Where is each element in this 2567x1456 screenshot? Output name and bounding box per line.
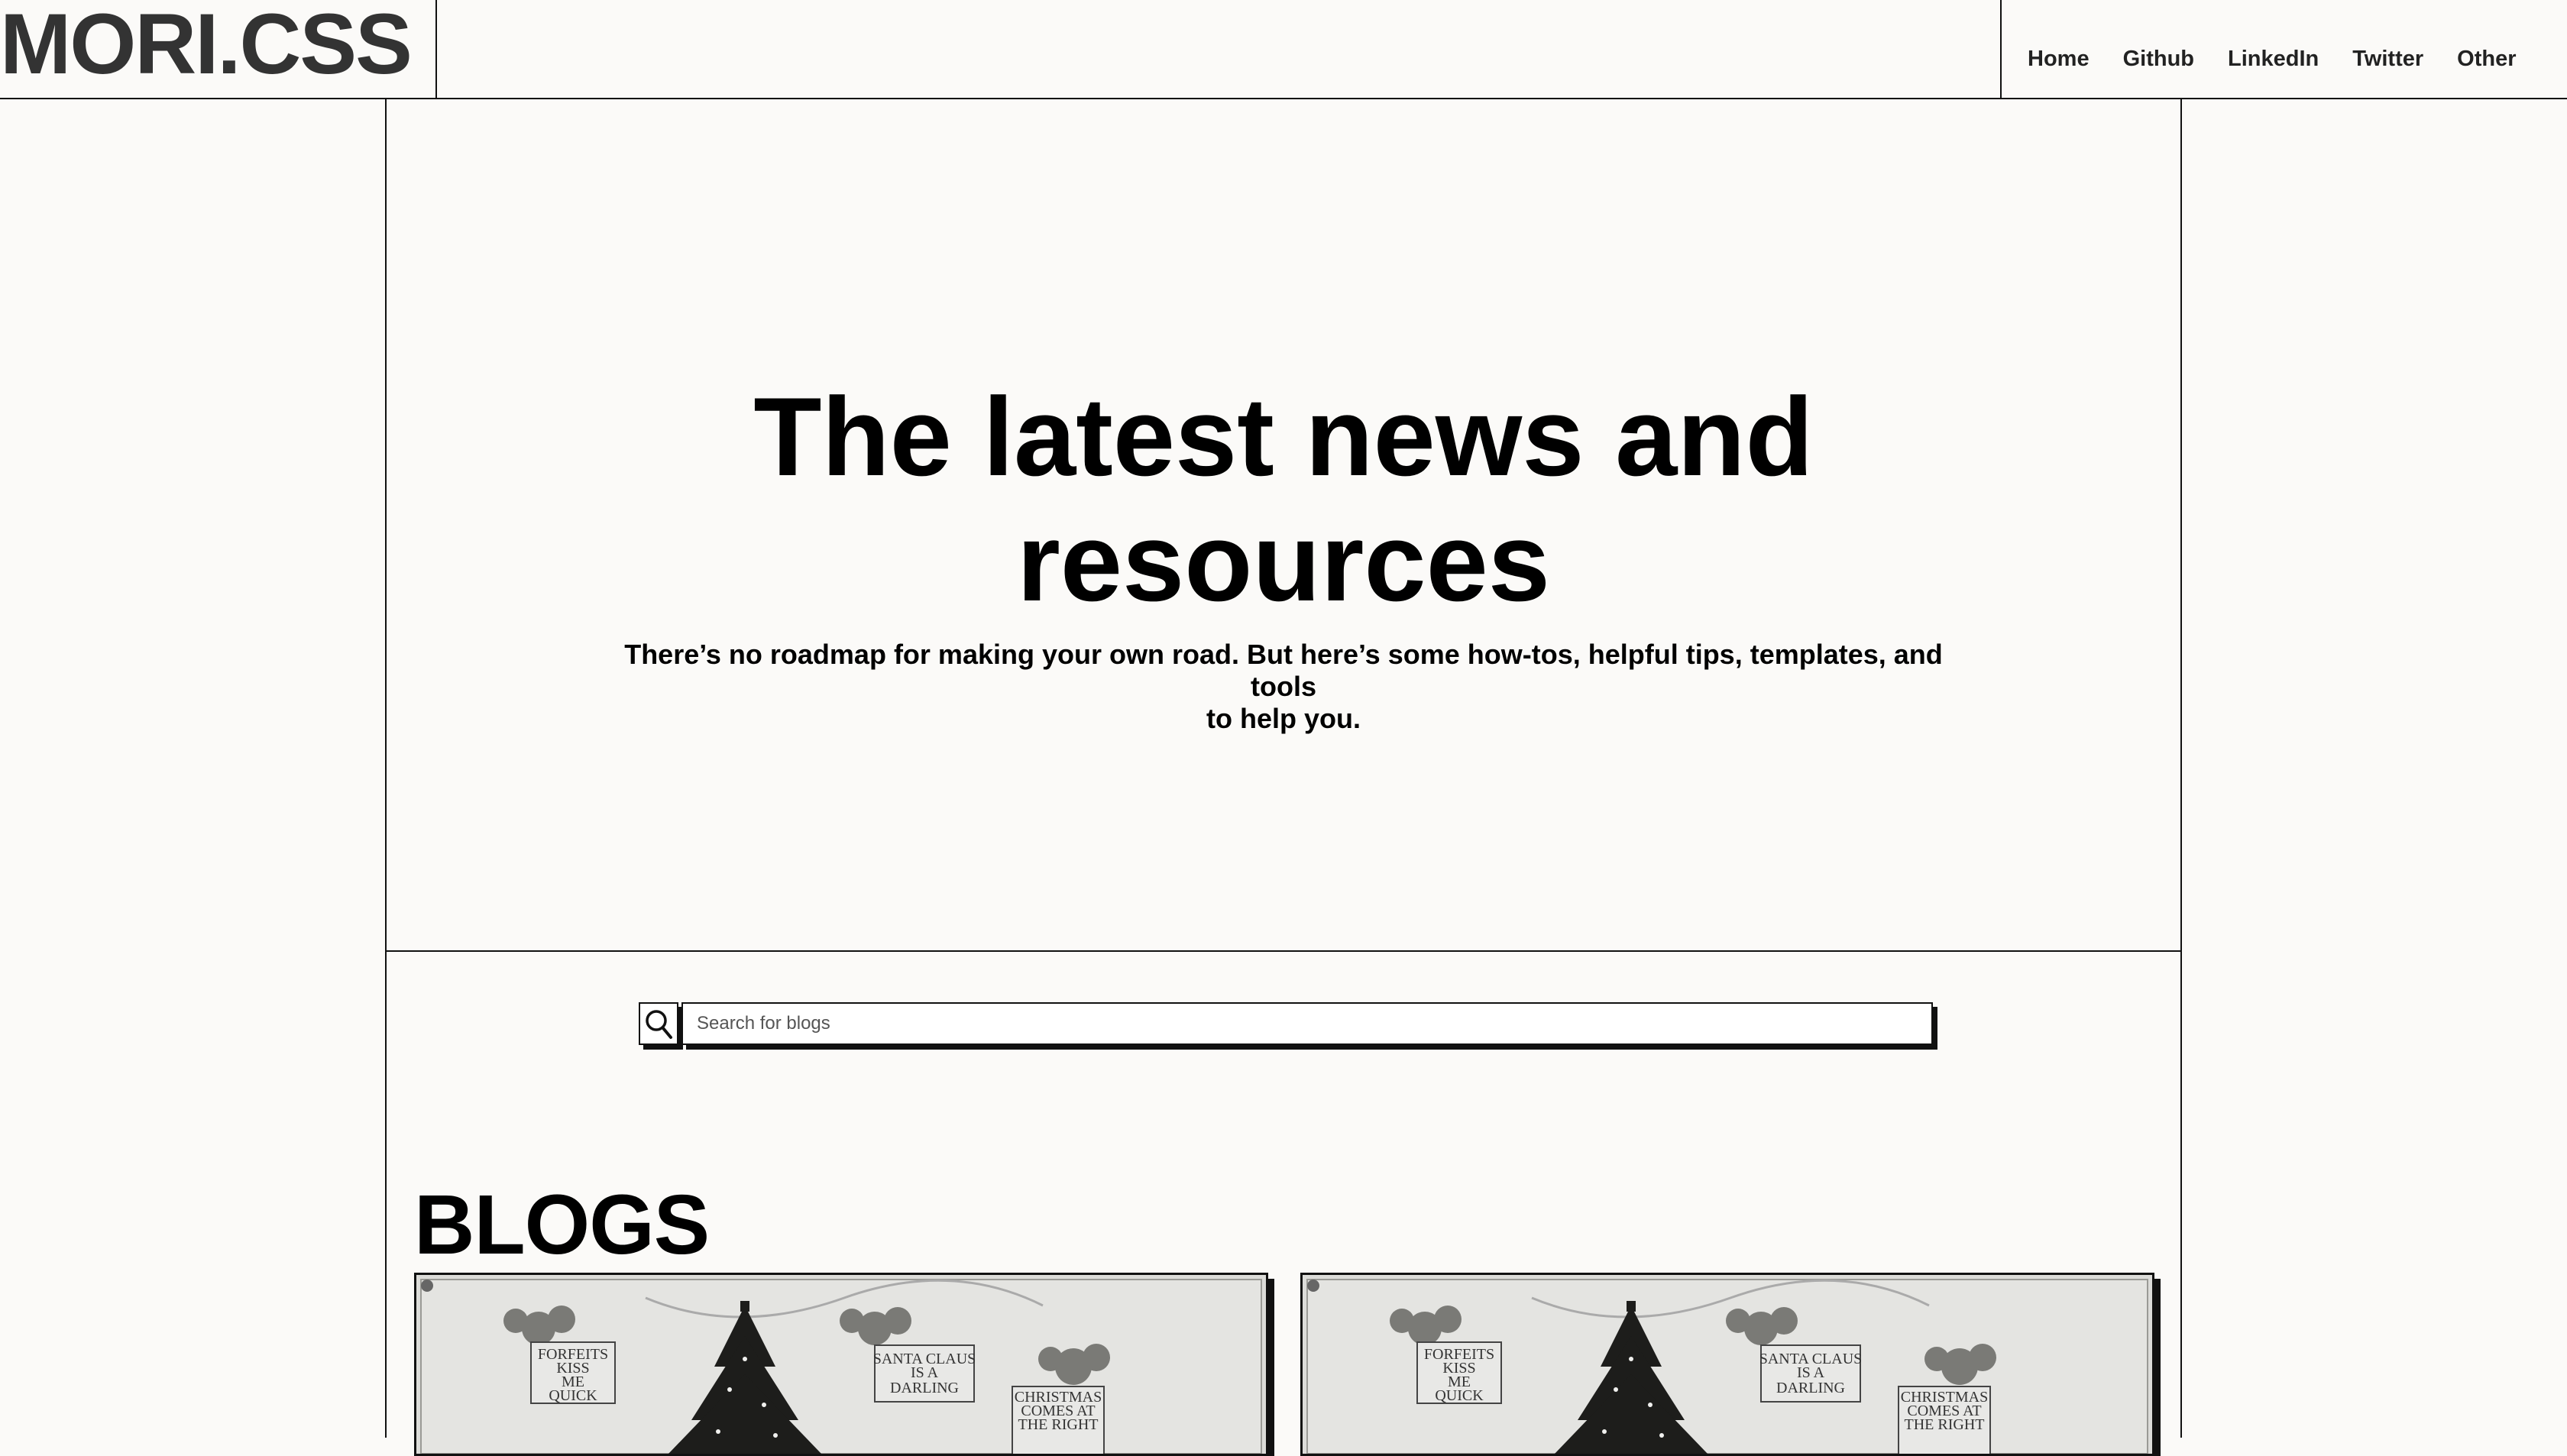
sign-text: DARLING: [1776, 1380, 1845, 1396]
search-icon: [646, 1010, 672, 1039]
blog-card-image: FORFEITS KISS ME QUICK SANTA CLAUS IS A …: [416, 1275, 1266, 1454]
hero-title-line-2: resources: [1017, 500, 1550, 624]
nav-link-linkedin[interactable]: LinkedIn: [2228, 47, 2319, 72]
hero-subtitle-line-2: to help you.: [1206, 703, 1361, 734]
hero-title: The latest news and resources: [387, 374, 2180, 625]
sign-text: IS A: [1797, 1364, 1825, 1381]
sign-text: THE RIGHT: [1905, 1416, 1985, 1433]
site-logo[interactable]: MORI.CSS: [0, 2, 413, 87]
sign-text: QUICK: [1435, 1387, 1484, 1404]
blogs-heading: BLOGS: [414, 1178, 710, 1272]
sign-text: THE RIGHT: [1018, 1416, 1099, 1433]
hero-title-line-1: The latest news and: [753, 374, 1814, 499]
main-column: The latest news and resources There’s no…: [385, 99, 2182, 1456]
logo-container: MORI.CSS: [0, 0, 437, 99]
sign-text: QUICK: [549, 1387, 597, 1404]
nav-link-other[interactable]: Other: [2457, 47, 2516, 72]
main-nav: Home Github LinkedIn Twitter Other: [2002, 46, 2567, 72]
nav-link-home[interactable]: Home: [2028, 47, 2090, 72]
search-input[interactable]: [681, 1002, 1933, 1045]
blog-card[interactable]: FORFEITS KISS ME QUICK SANTA CLAUS IS A …: [1300, 1273, 2154, 1456]
nav-link-github[interactable]: Github: [2123, 47, 2194, 72]
nav-container: Home Github LinkedIn Twitter Other: [2000, 0, 2567, 99]
top-header: MORI.CSS Home Github LinkedIn Twitter Ot…: [0, 0, 2567, 99]
blog-card[interactable]: FORFEITS KISS ME QUICK SANTA CLAUS IS A …: [414, 1273, 1268, 1456]
nav-link-twitter[interactable]: Twitter: [2352, 47, 2423, 72]
search-button[interactable]: [639, 1002, 678, 1045]
hero-section: The latest news and resources There’s no…: [387, 99, 2180, 952]
hero-subtitle: There’s no roadmap for making your own r…: [588, 639, 1979, 735]
blog-search: [639, 1002, 1939, 1045]
sign-text: IS A: [911, 1364, 939, 1381]
hero-subtitle-line-1: There’s no roadmap for making your own r…: [624, 639, 1943, 702]
blog-card-image: FORFEITS KISS ME QUICK SANTA CLAUS IS A …: [1303, 1275, 2152, 1454]
sign-text: DARLING: [890, 1380, 959, 1396]
